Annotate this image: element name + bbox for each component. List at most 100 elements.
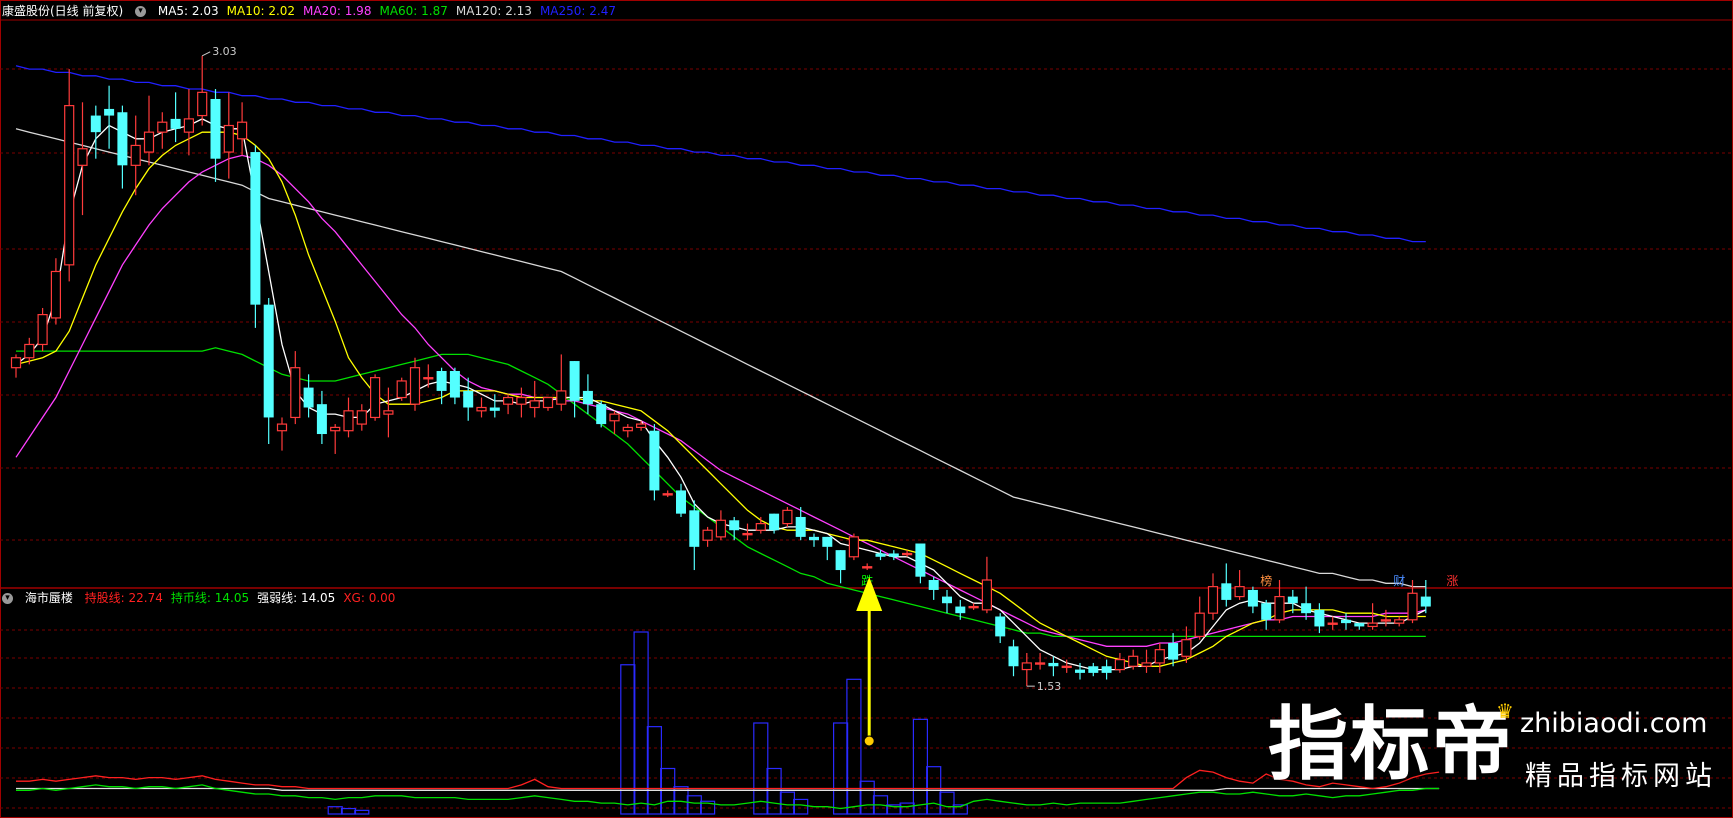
- sub-label: 持股线: 22.74: [84, 591, 163, 605]
- event-marker: 财: [1393, 574, 1405, 588]
- candle-body: [1341, 619, 1351, 624]
- crown-icon: ♛: [1496, 699, 1514, 723]
- candle-body: [582, 390, 593, 405]
- candle-body: [769, 513, 780, 531]
- candle-body: [822, 536, 833, 547]
- candle-body: [662, 493, 673, 496]
- sub-label: XG: 0.00: [343, 591, 396, 605]
- candle-body: [1327, 622, 1338, 625]
- candle-body: [356, 410, 367, 425]
- candle-body: [503, 396, 514, 405]
- signal-bar: [633, 631, 649, 815]
- candle-body: [1141, 662, 1152, 667]
- candle-body: [1207, 586, 1219, 614]
- candle-body: [795, 516, 806, 537]
- signal-bar: [354, 809, 370, 815]
- candle-body: [968, 605, 979, 609]
- candle-body: [197, 91, 208, 117]
- signal-bar: [340, 807, 357, 815]
- candle-body: [1048, 662, 1059, 667]
- coin-icon: [863, 735, 875, 747]
- candle-body: [1274, 595, 1285, 621]
- candle-body: [955, 606, 966, 614]
- candle-body: [915, 543, 926, 577]
- candle-body: [1380, 619, 1392, 622]
- candle-body: [1154, 649, 1165, 664]
- main-indicator-header: 康盛股份(日线 前复权) ▾ MA5: 2.03 MA10: 2.02 MA20: …: [2, 2, 632, 20]
- candle-body: [396, 380, 407, 399]
- candle-body: [848, 536, 860, 558]
- candle-body: [1287, 596, 1298, 604]
- candle-body: [715, 519, 727, 538]
- candle-body: [1314, 609, 1325, 627]
- candle-body: [888, 553, 899, 557]
- watermark-brand: 指标帝: [1268, 698, 1514, 791]
- candle-body: [303, 387, 314, 408]
- candle-body: [117, 112, 128, 166]
- high-label: 3.03: [212, 45, 237, 58]
- candle-body: [463, 390, 474, 408]
- candle-body: [1128, 655, 1139, 667]
- ma-label: MA20: 1.98: [303, 4, 372, 18]
- candle-body: [316, 404, 327, 435]
- sub-indicator-name: 海市蜃楼: [24, 591, 73, 605]
- candle-body: [1034, 662, 1046, 665]
- signal-bar: [793, 798, 809, 815]
- ma-legend: MA5: 2.03 MA10: 2.02 MA20: 1.98 MA60: 1.87 M…: [158, 4, 624, 18]
- signal-bar: [766, 767, 782, 815]
- candle-body: [1394, 619, 1405, 624]
- candle-body: [1008, 646, 1019, 667]
- signal-bar: [753, 722, 769, 815]
- candle-body: [981, 579, 993, 611]
- low-label: 1.53: [1037, 680, 1062, 693]
- candle-body: [1101, 666, 1112, 673]
- signal-bar: [846, 678, 862, 815]
- event-marker: 涨: [1446, 573, 1458, 588]
- candle-body: [862, 566, 873, 569]
- signal-bar: [899, 802, 915, 815]
- candle-body: [1234, 586, 1245, 598]
- candle-body: [1181, 639, 1192, 657]
- candle-body: [516, 396, 527, 405]
- kline-chart[interactable]: 3.031.53跌榜财涨: [0, 0, 1733, 818]
- chart-window: { "main_header": { "stock": "康盛股份(日线 前复权…: [0, 0, 1733, 818]
- candle-body: [635, 423, 647, 429]
- candle-body: [782, 509, 793, 525]
- candle-body: [436, 371, 447, 391]
- candle-body: [10, 357, 22, 369]
- candle-body: [77, 148, 88, 166]
- candle-body: [1088, 666, 1099, 673]
- candle-body: [1367, 622, 1378, 628]
- candle-body: [1261, 603, 1272, 620]
- candle-body: [901, 552, 913, 556]
- sub-label: 强弱线: 14.05: [257, 591, 336, 605]
- candle-body: [50, 270, 62, 319]
- candle-body: [1168, 643, 1179, 660]
- collapse-icon[interactable]: ▾: [2, 593, 13, 604]
- candle-body: [1420, 596, 1431, 607]
- candle-body: [689, 510, 700, 547]
- candle-body: [1075, 669, 1085, 673]
- candle-body: [529, 400, 540, 409]
- signal-bar: [912, 718, 929, 815]
- candle-body: [928, 580, 939, 590]
- candle-body: [183, 118, 194, 133]
- candle-body: [1061, 665, 1072, 669]
- candle-body: [622, 426, 633, 432]
- collapse-icon[interactable]: ▾: [135, 6, 147, 17]
- candle-body: [37, 314, 48, 346]
- candle-body: [1221, 583, 1232, 600]
- candle-body: [729, 520, 740, 531]
- high-pointer: [201, 51, 211, 57]
- candle-body: [476, 406, 487, 412]
- signal-bar: [832, 722, 849, 815]
- candle-body: [942, 596, 952, 604]
- candle-body: [1407, 592, 1418, 621]
- candle-body: [104, 108, 115, 116]
- signal-bar: [779, 791, 796, 815]
- candle-body: [995, 616, 1006, 637]
- signal-arrow-head: [856, 577, 883, 611]
- candle-body: [569, 361, 580, 401]
- candle-body: [556, 390, 567, 405]
- candle-body: [609, 413, 620, 422]
